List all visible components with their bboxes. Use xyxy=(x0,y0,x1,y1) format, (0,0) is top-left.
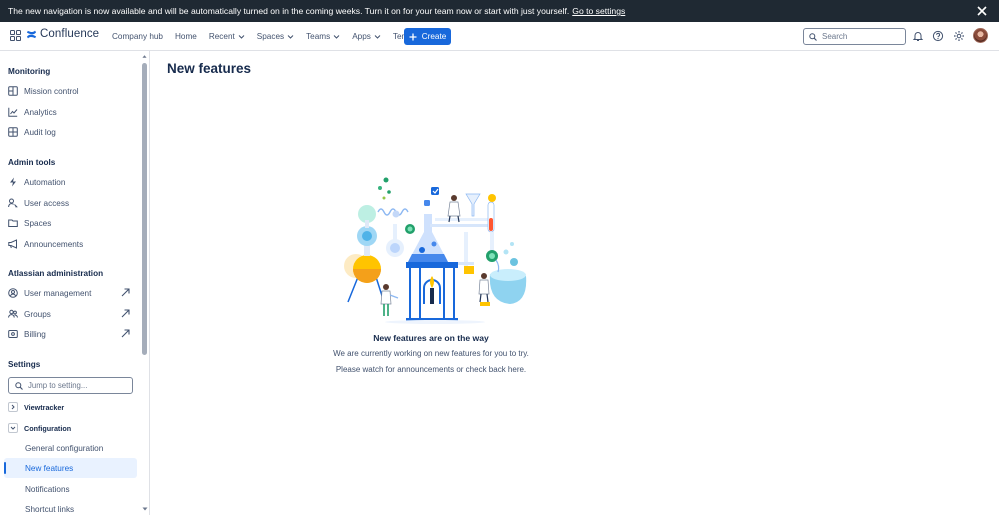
empty-state-message-line2: Please watch for announcements or check … xyxy=(335,365,527,374)
sidebar-item-user-access[interactable]: User access xyxy=(8,194,136,212)
billing-card-icon xyxy=(8,330,18,338)
nav-item-label: Company hub xyxy=(112,32,163,41)
sidebar-item-label: Announcements xyxy=(24,239,84,249)
nav-item-home[interactable]: Home xyxy=(169,22,203,51)
search-icon xyxy=(809,32,817,41)
megaphone-icon xyxy=(8,239,17,249)
announcement-banner: The new navigation is now available and … xyxy=(0,0,999,22)
app-switcher-icon[interactable] xyxy=(10,30,21,41)
admin-sidebar: Monitoring Mission control Analytics Aud… xyxy=(0,51,150,515)
sidebar-item-user-management[interactable]: User management xyxy=(8,284,136,302)
people-group-icon xyxy=(8,309,18,318)
chevron-down-icon xyxy=(333,35,340,39)
section-title-settings: Settings xyxy=(8,360,41,369)
scroll-up-arrow-icon[interactable] xyxy=(142,54,147,59)
external-link-icon xyxy=(121,329,130,338)
confluence-logo[interactable]: Confluence xyxy=(26,28,99,40)
settings-gear-icon[interactable] xyxy=(953,30,965,42)
board-icon xyxy=(8,86,18,96)
chevron-right-icon xyxy=(11,404,15,410)
banner-message: The new navigation is now available and … xyxy=(8,6,570,16)
sidebar-item-spaces[interactable]: Spaces xyxy=(8,214,136,232)
help-icon[interactable] xyxy=(932,30,944,42)
empty-state-message-line1: We are currently working on new features… xyxy=(333,349,529,358)
chevron-down-icon xyxy=(374,35,381,39)
section-title-atlassian-administration: Atlassian administration xyxy=(8,269,104,278)
chevron-down-icon xyxy=(238,35,245,39)
nav-item-recent[interactable]: Recent xyxy=(203,22,251,51)
nav-item-apps[interactable]: Apps xyxy=(346,22,387,51)
sidebar-item-label: Automation xyxy=(24,177,66,187)
sidebar-item-groups[interactable]: Groups xyxy=(8,305,136,323)
nav-item-label: Recent xyxy=(208,32,235,41)
tree-item-label: Configuration xyxy=(24,423,72,433)
page-title: New features xyxy=(167,61,252,76)
nav-item-label: Teams xyxy=(306,32,331,41)
tree-item-viewtracker[interactable]: Viewtracker xyxy=(8,399,64,415)
sidebar-item-mission-control[interactable]: Mission control xyxy=(8,82,136,100)
sidebar-item-billing[interactable]: Billing xyxy=(8,325,136,343)
jump-to-setting-box[interactable] xyxy=(8,377,133,394)
sidebar-item-new-features[interactable]: New features xyxy=(4,458,137,478)
folder-icon xyxy=(8,219,18,227)
top-navigation: Confluence Company hub Home Recent Spaces Te… xyxy=(0,22,999,51)
chevron-down-icon xyxy=(287,35,294,39)
sidebar-item-label: Spaces xyxy=(24,218,52,228)
sidebar-item-general-configuration[interactable]: General configuration xyxy=(4,438,137,458)
sidebar-item-analytics[interactable]: Analytics xyxy=(8,103,136,121)
external-link-icon xyxy=(121,309,130,318)
sidebar-item-label: Billing xyxy=(24,329,46,339)
nav-item-label: Apps xyxy=(352,32,371,41)
primary-nav: Company hubHomeRecentSpacesTeamsAppsTemp… xyxy=(106,22,436,51)
collapse-toggle[interactable] xyxy=(8,423,18,433)
table-icon xyxy=(8,127,18,137)
sidebar-scrollbar[interactable] xyxy=(142,63,147,355)
search-box[interactable] xyxy=(803,28,906,45)
sidebar-item-shortcut-links[interactable]: Shortcut links xyxy=(4,499,137,515)
nav-item-spaces[interactable]: Spaces xyxy=(251,22,300,51)
sidebar-item-label: User management xyxy=(24,288,92,298)
sidebar-item-notifications[interactable]: Notifications xyxy=(4,479,137,499)
close-icon[interactable] xyxy=(975,4,989,18)
plus-icon xyxy=(409,33,417,40)
nav-item-company-hub[interactable]: Company hub xyxy=(106,22,169,51)
nav-item-label: Spaces xyxy=(256,32,285,41)
confluence-logo-icon xyxy=(26,30,37,38)
search-icon xyxy=(15,381,23,390)
jump-to-setting-input[interactable] xyxy=(28,381,128,390)
notifications-bell-icon[interactable] xyxy=(912,30,924,42)
nav-item-teams[interactable]: Teams xyxy=(300,22,346,51)
section-title-monitoring: Monitoring xyxy=(8,67,51,76)
tree-item-label: Viewtracker xyxy=(24,402,65,412)
tree-item-configuration[interactable]: Configuration xyxy=(8,420,71,436)
user-circle-icon xyxy=(8,288,18,298)
sidebar-item-label: Audit log xyxy=(24,127,56,137)
go-to-settings-link[interactable]: Go to settings xyxy=(572,6,625,16)
sidebar-item-label: Groups xyxy=(24,309,51,319)
sidebar-item-automation[interactable]: Automation xyxy=(8,173,136,191)
sidebar-item-audit-log[interactable]: Audit log xyxy=(8,123,136,141)
user-key-icon xyxy=(8,198,18,208)
sidebar-item-label: Mission control xyxy=(24,86,79,96)
line-chart-icon xyxy=(8,107,18,117)
sidebar-item-announcements[interactable]: Announcements xyxy=(8,235,136,253)
create-label: Create xyxy=(421,32,447,41)
create-button[interactable]: Create xyxy=(404,28,451,45)
nav-item-label: Home xyxy=(174,32,197,41)
expand-toggle[interactable] xyxy=(8,402,18,412)
section-title-admin-tools: Admin tools xyxy=(8,158,56,167)
chevron-down-icon xyxy=(10,426,16,430)
laboratory-illustration xyxy=(344,177,527,324)
lightning-icon xyxy=(10,177,16,187)
sidebar-item-label: User access xyxy=(24,198,70,208)
search-input[interactable] xyxy=(822,32,902,41)
empty-state-title: New features are on the way xyxy=(373,333,489,343)
sidebar-item-label: Analytics xyxy=(24,107,57,117)
brand-name: Confluence xyxy=(40,28,100,40)
scroll-down-arrow-icon[interactable] xyxy=(142,506,148,512)
user-avatar[interactable] xyxy=(973,28,988,43)
external-link-icon xyxy=(121,288,130,297)
